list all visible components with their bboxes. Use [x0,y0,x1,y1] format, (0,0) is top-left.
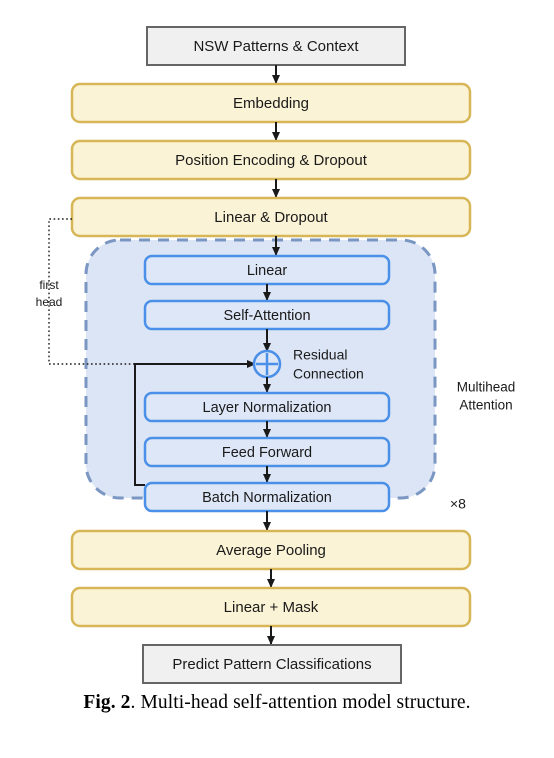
node-linear-mask-label: Linear + Mask [224,599,319,616]
repeat-count-label: ×8 [450,496,466,512]
figure-caption-prefix: Fig. 2 [83,692,131,713]
node-self-attention: Self-Attention [143,299,391,331]
node-linear-dropout: Linear & Dropout [70,196,472,238]
node-linear-dropout-label: Linear & Dropout [214,209,328,226]
node-linear-mask: Linear + Mask [70,586,472,628]
model-architecture-diagram: NSW Patterns & Context Embedding Positio… [36,26,516,684]
node-input: NSW Patterns & Context [146,26,406,66]
residual-add-node [252,349,282,379]
first-head-label-line2: head [36,295,63,309]
node-embedding: Embedding [70,82,472,124]
node-position-encoding-label: Position Encoding & Dropout [175,152,368,169]
first-head-label-line1: first [39,278,59,292]
residual-connection-label-line1: Residual [293,347,347,363]
node-linear-label: Linear [247,263,287,279]
node-feed-forward-label: Feed Forward [222,445,312,461]
node-linear: Linear [143,254,391,286]
node-feed-forward: Feed Forward [143,436,391,468]
figure-caption-text: . Multi-head self-attention model struct… [130,692,471,713]
node-output: Predict Pattern Classifications [142,644,402,684]
node-batch-normalization-label: Batch Normalization [202,490,332,506]
node-self-attention-label: Self-Attention [223,308,310,324]
residual-connection-label-line2: Connection [293,366,364,382]
figure-container: NSW Patterns & Context Embedding Positio… [0,0,554,758]
multihead-attention-label-line1: Multihead [457,380,516,395]
node-position-encoding: Position Encoding & Dropout [70,139,472,181]
figure-caption: Fig. 2. Multi-head self-attention model … [0,692,554,714]
node-layer-normalization-label: Layer Normalization [203,400,332,416]
node-output-label: Predict Pattern Classifications [172,656,371,673]
multihead-attention-label-line2: Attention [459,398,512,413]
node-average-pooling-label: Average Pooling [216,542,326,559]
node-input-label: NSW Patterns & Context [193,38,359,55]
node-average-pooling: Average Pooling [70,529,472,571]
node-batch-normalization: Batch Normalization [143,481,391,513]
node-embedding-label: Embedding [233,95,309,112]
node-layer-normalization: Layer Normalization [143,391,391,423]
